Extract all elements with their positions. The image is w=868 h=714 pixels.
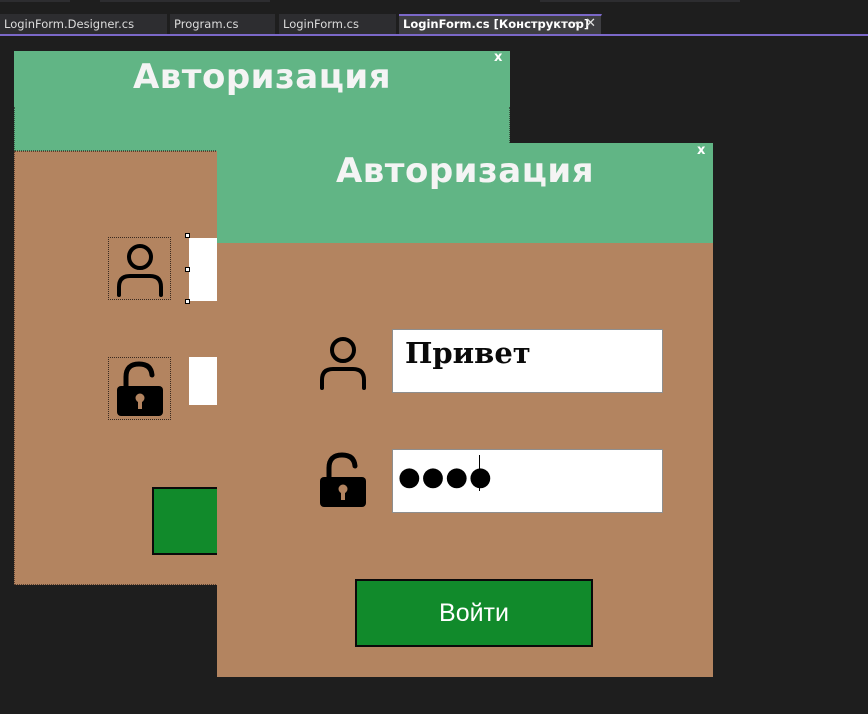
close-tab-icon[interactable]: ✕ — [585, 16, 596, 32]
tab-label: LoginForm.Designer.cs — [4, 17, 135, 31]
resize-handle[interactable] — [185, 267, 190, 272]
username-picture — [315, 331, 370, 393]
password-input[interactable]: ●●●● — [392, 449, 663, 513]
unlock-icon — [116, 360, 163, 416]
document-tab-bar: LoginForm.Designer.cs Program.cs LoginFo… — [0, 14, 868, 34]
resize-handle[interactable] — [185, 233, 190, 238]
unlock-icon — [319, 452, 366, 507]
tab-loginform-designer-cs[interactable]: LoginForm.Designer.cs — [0, 14, 168, 34]
tab-label: LoginForm.cs — [283, 17, 359, 31]
text-caret — [479, 455, 480, 491]
user-icon — [116, 243, 163, 297]
tab-bar-accent-line — [0, 34, 868, 36]
login-form-window[interactable]: Авторизация x Привет ●●●● Войти — [217, 143, 713, 677]
designer-username-textbox[interactable] — [189, 238, 217, 301]
tab-loginform-designer[interactable]: LoginForm.cs [Конструктор] ⊸ ✕ — [399, 14, 602, 34]
username-input[interactable]: Привет — [392, 329, 663, 393]
login-close-button[interactable]: x — [697, 143, 705, 158]
tab-program-cs[interactable]: Program.cs — [170, 14, 276, 34]
designer-lock-picture[interactable] — [108, 357, 171, 420]
user-icon — [319, 337, 366, 390]
designer-close-label[interactable]: x — [494, 50, 502, 65]
password-picture — [315, 449, 370, 511]
designer-user-picture[interactable] — [108, 237, 171, 300]
login-button[interactable]: Войти — [355, 579, 593, 647]
designer-password-textbox[interactable] — [189, 357, 217, 405]
login-header-panel: Авторизация x — [217, 143, 713, 243]
username-value: Привет — [405, 336, 531, 370]
tab-label: LoginForm.cs [Конструктор] — [403, 17, 590, 31]
ide-top-strip — [0, 0, 868, 14]
resize-handle[interactable] — [185, 299, 190, 304]
designer-header-panel[interactable]: Авторизация x — [14, 50, 510, 151]
tab-label: Program.cs — [174, 17, 239, 31]
ide-strip-segment — [540, 0, 740, 2]
designer-title-label[interactable]: Авторизация — [14, 57, 510, 97]
login-title-label: Авторизация — [335, 151, 595, 191]
ide-strip-segment — [0, 0, 70, 2]
tab-loginform-cs[interactable]: LoginForm.cs — [279, 14, 397, 34]
ide-strip-segment — [100, 0, 270, 2]
pin-icon[interactable]: ⊸ — [571, 16, 579, 32]
